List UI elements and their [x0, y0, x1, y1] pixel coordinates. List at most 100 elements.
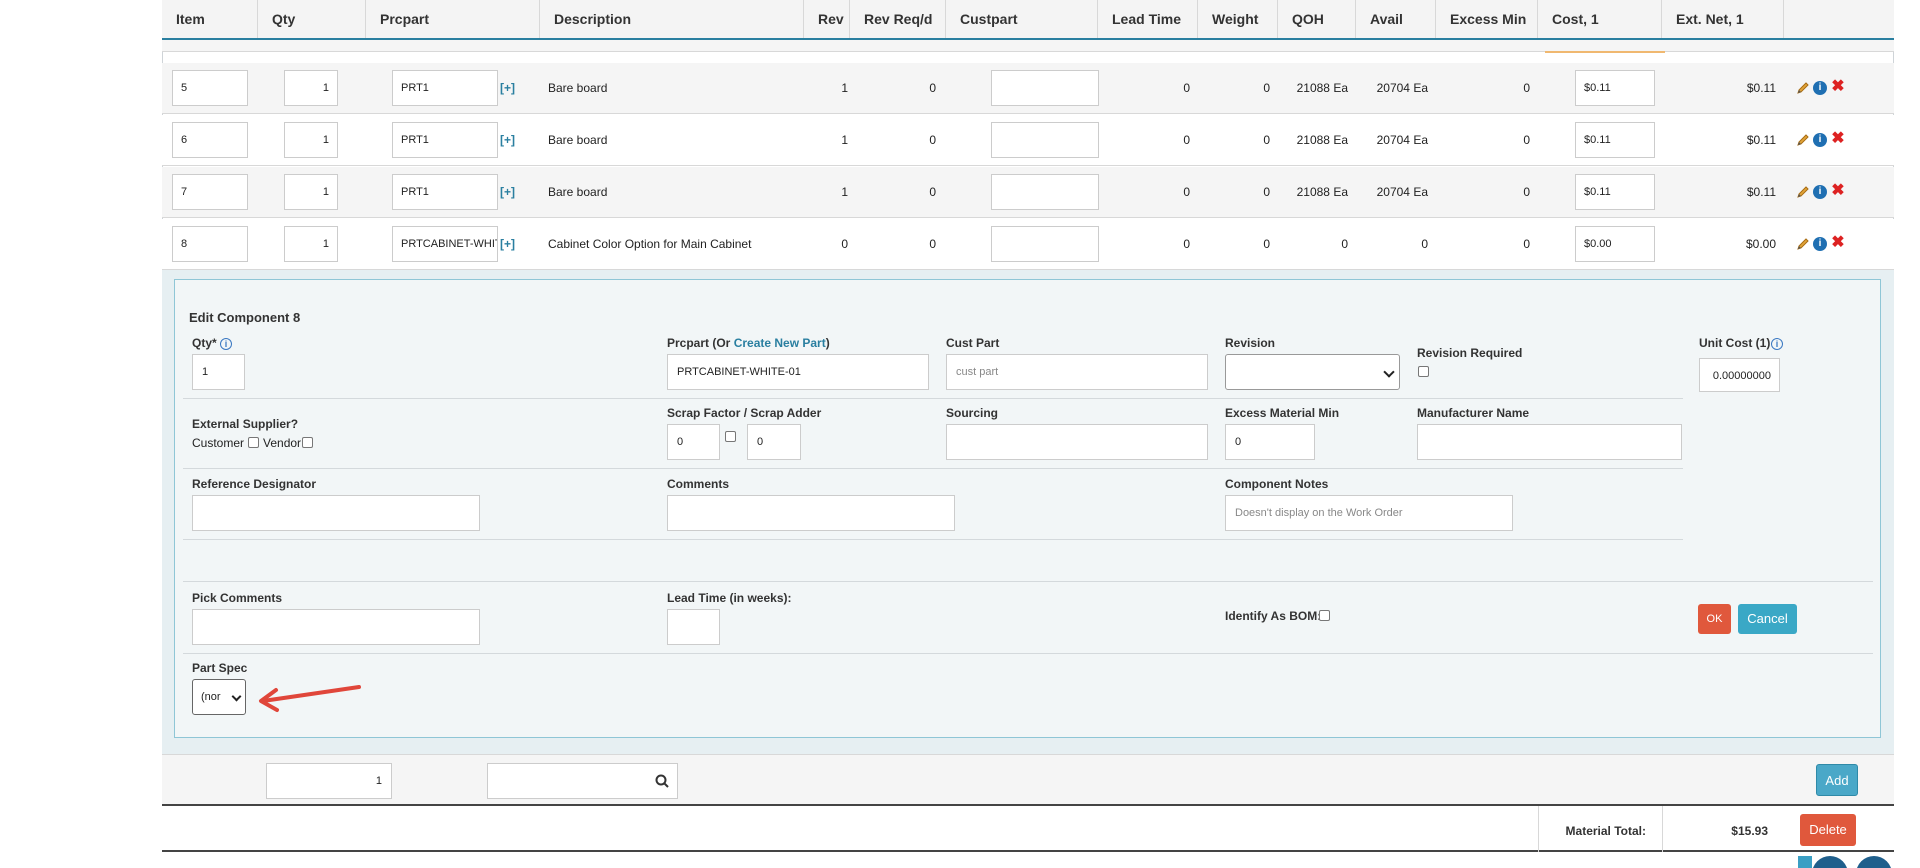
revision-select[interactable] [1225, 354, 1400, 390]
create-new-part-link[interactable]: Create New Part [734, 336, 826, 350]
separator [183, 398, 1683, 399]
custpart-input[interactable] [991, 70, 1099, 106]
pick-comments-field[interactable] [192, 609, 480, 645]
qty-input[interactable]: 1 [284, 174, 338, 210]
qty-input[interactable]: 1 [284, 70, 338, 106]
supplier-options: Customer [192, 436, 244, 450]
prcpart-input[interactable]: PRT1 [392, 122, 498, 158]
unit-cost-field[interactable]: 0.00000000 [1699, 358, 1780, 392]
delete-button[interactable]: Delete [1800, 814, 1856, 846]
unit-cost-info-icon[interactable]: i [1771, 338, 1783, 350]
pick-comments-label: Pick Comments [192, 591, 283, 605]
custpart-input[interactable] [991, 174, 1099, 210]
cost-input[interactable]: $0.11 [1575, 174, 1655, 210]
separator [183, 581, 1873, 582]
cost-input[interactable]: $0.11 [1575, 122, 1655, 158]
prcpart-input[interactable]: PRTCABINET-WHITE [392, 226, 498, 262]
refdes-field[interactable] [192, 495, 480, 531]
qty-field[interactable]: 1 [192, 354, 245, 390]
add-button[interactable]: Add [1816, 764, 1858, 796]
rev: 1 [841, 133, 848, 147]
custpart-field[interactable]: cust part [946, 354, 1208, 390]
pencil-edit-icon[interactable] [1796, 237, 1810, 251]
description: Bare board [548, 81, 608, 95]
pencil-edit-icon[interactable] [1796, 81, 1810, 95]
comments-label: Comments [667, 477, 730, 491]
cancel-button[interactable]: Cancel [1738, 604, 1797, 634]
sourcing-label: Sourcing [946, 406, 999, 420]
delete-x-icon[interactable]: ✖ [1831, 79, 1845, 95]
scrap-checkbox[interactable] [725, 431, 736, 442]
partial-round-button[interactable] [1812, 856, 1848, 868]
qty-info-icon[interactable]: i [220, 338, 232, 350]
ok-button[interactable]: OK [1698, 604, 1731, 634]
expand-part-link[interactable]: [+] [500, 133, 515, 147]
chevron-down-icon [231, 691, 242, 702]
qty-label: Qty* [192, 336, 217, 350]
revision-required-checkbox[interactable] [1418, 366, 1429, 377]
avail: 0 [1421, 237, 1428, 251]
scrap-factor-field[interactable]: 0 [667, 424, 720, 460]
customer-label: Customer [192, 436, 245, 450]
prcpart-field[interactable]: PRTCABINET-WHITE-01 [667, 354, 929, 390]
add-qty-field[interactable]: 1 [266, 763, 392, 799]
prcpart-label: Prcpart (Or Create New Part) [667, 336, 830, 350]
manufacturer-label: Manufacturer Name [1417, 406, 1530, 420]
delete-x-icon[interactable]: ✖ [1831, 131, 1845, 147]
qty-input[interactable]: 1 [284, 122, 338, 158]
col-cost: Cost, 1 [1538, 0, 1662, 38]
bom-editor-page: Item Qty Prcpart Description Rev Rev Req… [0, 0, 1920, 868]
col-rev: Rev [804, 0, 850, 38]
info-icon[interactable]: i [1813, 185, 1827, 199]
rev: 0 [841, 237, 848, 251]
qoh: 21088 Ea [1296, 81, 1348, 95]
cost-input[interactable]: $0.00 [1575, 226, 1655, 262]
cost-input[interactable]: $0.11 [1575, 70, 1655, 106]
pencil-edit-icon[interactable] [1796, 133, 1810, 147]
col-weight: Weight [1198, 0, 1278, 38]
expand-part-link[interactable]: [+] [500, 81, 515, 95]
item-input[interactable]: 7 [172, 174, 248, 210]
delete-x-icon[interactable]: ✖ [1831, 235, 1845, 251]
excess-material-field[interactable]: 0 [1225, 424, 1315, 460]
weight: 0 [1263, 133, 1270, 147]
expand-part-link[interactable]: [+] [500, 237, 515, 251]
item-input[interactable]: 8 [172, 226, 248, 262]
vendor-checkbox[interactable] [302, 437, 313, 448]
vendor-label: Vendor [263, 436, 302, 450]
qty-input[interactable]: 1 [284, 226, 338, 262]
item-input[interactable]: 6 [172, 122, 248, 158]
info-icon[interactable]: i [1813, 133, 1827, 147]
qoh: 21088 Ea [1296, 185, 1348, 199]
pencil-edit-icon[interactable] [1796, 185, 1810, 199]
info-icon[interactable]: i [1813, 81, 1827, 95]
col-description: Description [540, 0, 804, 38]
part-spec-value: (nor [201, 691, 221, 703]
scrap-adder-field[interactable]: 0 [747, 424, 801, 460]
edit-component-panel: Edit Component 8 Qty* i 1 Prcpart (Or Cr… [174, 279, 1881, 738]
customer-checkbox[interactable] [248, 437, 259, 448]
lead-time-field[interactable] [667, 609, 720, 645]
revision-label: Revision [1225, 336, 1276, 350]
part-spec-select[interactable]: (nor [192, 679, 246, 715]
prcpart-input[interactable]: PRT1 [392, 70, 498, 106]
custpart-input[interactable] [991, 226, 1099, 262]
weight: 0 [1263, 81, 1270, 95]
comments-field[interactable] [667, 495, 955, 531]
expand-part-link[interactable]: [+] [500, 185, 515, 199]
prcpart-input[interactable]: PRT1 [392, 174, 498, 210]
component-notes-field[interactable]: Doesn't display on the Work Order [1225, 495, 1513, 531]
partial-round-button[interactable] [1856, 856, 1892, 868]
col-custpart: Custpart [946, 0, 1098, 38]
sourcing-field[interactable] [946, 424, 1208, 460]
item-input[interactable]: 5 [172, 70, 248, 106]
delete-x-icon[interactable]: ✖ [1831, 183, 1845, 199]
manufacturer-field[interactable] [1417, 424, 1682, 460]
identify-bom-checkbox[interactable] [1319, 610, 1330, 621]
red-arrow-annotation-icon [259, 685, 361, 712]
part-search-input[interactable] [487, 763, 678, 799]
custpart-input[interactable] [991, 122, 1099, 158]
partial-button[interactable] [1798, 856, 1812, 868]
prcpart-label-text: Prcpart (Or [667, 336, 734, 350]
info-icon[interactable]: i [1813, 237, 1827, 251]
